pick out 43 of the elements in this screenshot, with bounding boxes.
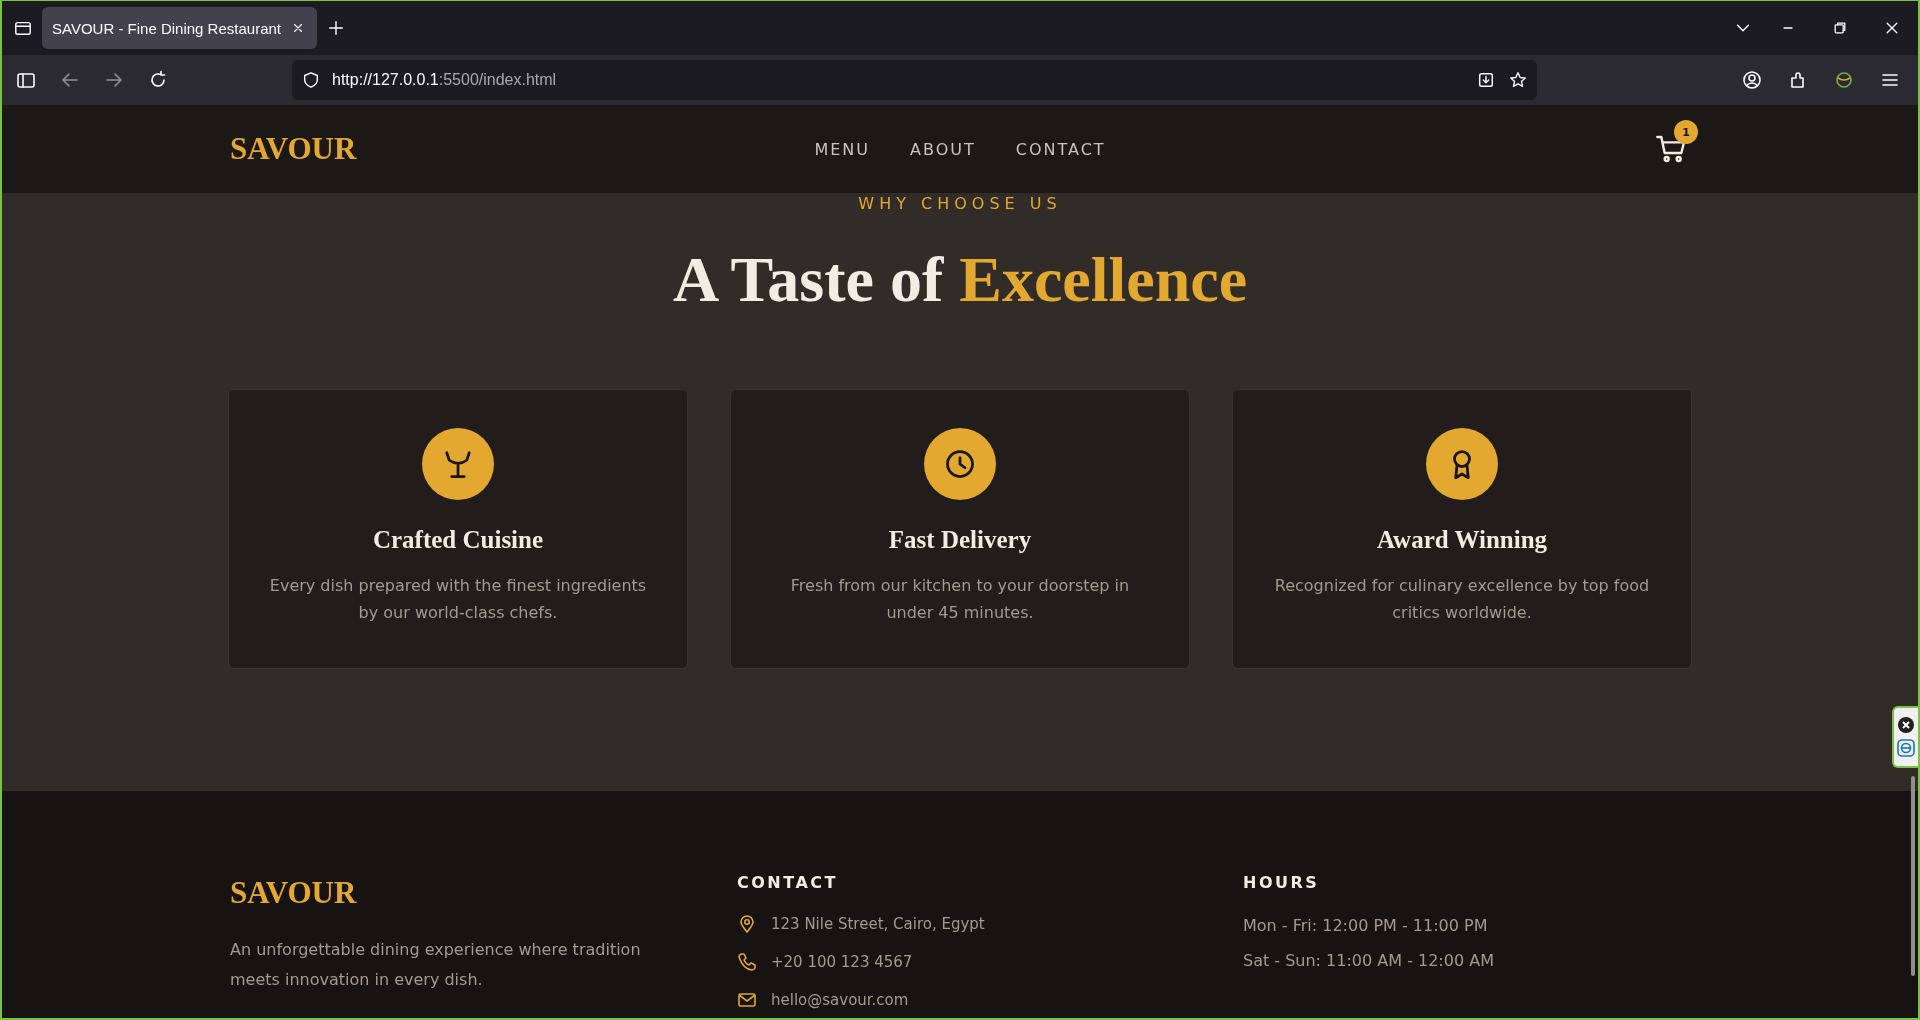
close-icon[interactable] <box>1884 20 1900 36</box>
close-icon[interactable] <box>291 21 305 35</box>
card-description: Every dish prepared with the finest ingredients by our world-class chefs. <box>269 575 647 624</box>
close-icon[interactable] <box>1898 717 1914 733</box>
contact-text: 123 Nile Street, Cairo, Egypt <box>771 915 985 933</box>
card-title: Fast Delivery <box>888 526 1032 554</box>
map-pin-icon <box>737 914 757 934</box>
contact-text: hello@savour.com <box>771 991 909 1009</box>
browser-tab[interactable]: SAVOUR - Fine Dining Restaurant <box>42 7 317 49</box>
cart-count-badge: 1 <box>1674 120 1698 144</box>
footer-tagline: An unforgettable dining experience where tradition meets innovation in every dish. <box>230 939 642 991</box>
section-heading: A Taste of Excellence <box>672 243 1248 317</box>
phone-icon <box>737 952 757 972</box>
card-title: Award Winning <box>1376 526 1548 554</box>
shield-icon[interactable] <box>302 71 320 89</box>
hours-text: Sat - Sun: 11:00 AM - 12:00 AM <box>1243 951 1495 970</box>
card-description: Recognized for culinary excellence by top food critics worldwide. <box>1273 575 1651 624</box>
nav-link[interactable]: ABOUT <box>910 139 976 159</box>
account-icon[interactable] <box>1742 70 1762 90</box>
nav-link[interactable]: MENU <box>814 139 870 159</box>
new-tab-icon[interactable] <box>327 19 345 37</box>
nav-link[interactable]: CONTACT <box>1015 139 1106 159</box>
download-icon[interactable] <box>1477 71 1495 89</box>
forward-icon[interactable] <box>104 70 124 90</box>
footer-logo: SAVOUR <box>230 875 358 911</box>
restore-icon[interactable] <box>1832 20 1848 36</box>
mail-icon <box>737 990 757 1010</box>
back-icon[interactable] <box>60 70 80 90</box>
e-logo-icon[interactable] <box>1897 739 1915 757</box>
contact-text: +20 100 123 4567 <box>771 953 913 971</box>
card-description: Fresh from our kitchen to your doorstep in under 45 minutes. <box>789 575 1131 624</box>
tab-list-icon[interactable] <box>14 19 32 37</box>
address-bar[interactable]: http://127.0.0.1:5500/index.html <box>292 60 1537 100</box>
reload-icon[interactable] <box>148 70 168 90</box>
card-title: Crafted Cuisine <box>372 526 544 554</box>
brand-logo[interactable]: SAVOUR <box>230 131 357 167</box>
hours-text: Mon - Fri: 12:00 PM - 11:00 PM <box>1243 916 1489 935</box>
sidebar-icon[interactable] <box>16 70 36 90</box>
column-heading: HOURS <box>1243 873 1321 892</box>
scrollbar-thumb[interactable] <box>1911 776 1915 976</box>
section-eyebrow: WHY CHOOSE US <box>858 194 1062 213</box>
star-icon[interactable] <box>1509 71 1527 89</box>
column-heading: CONTACT <box>737 873 839 892</box>
